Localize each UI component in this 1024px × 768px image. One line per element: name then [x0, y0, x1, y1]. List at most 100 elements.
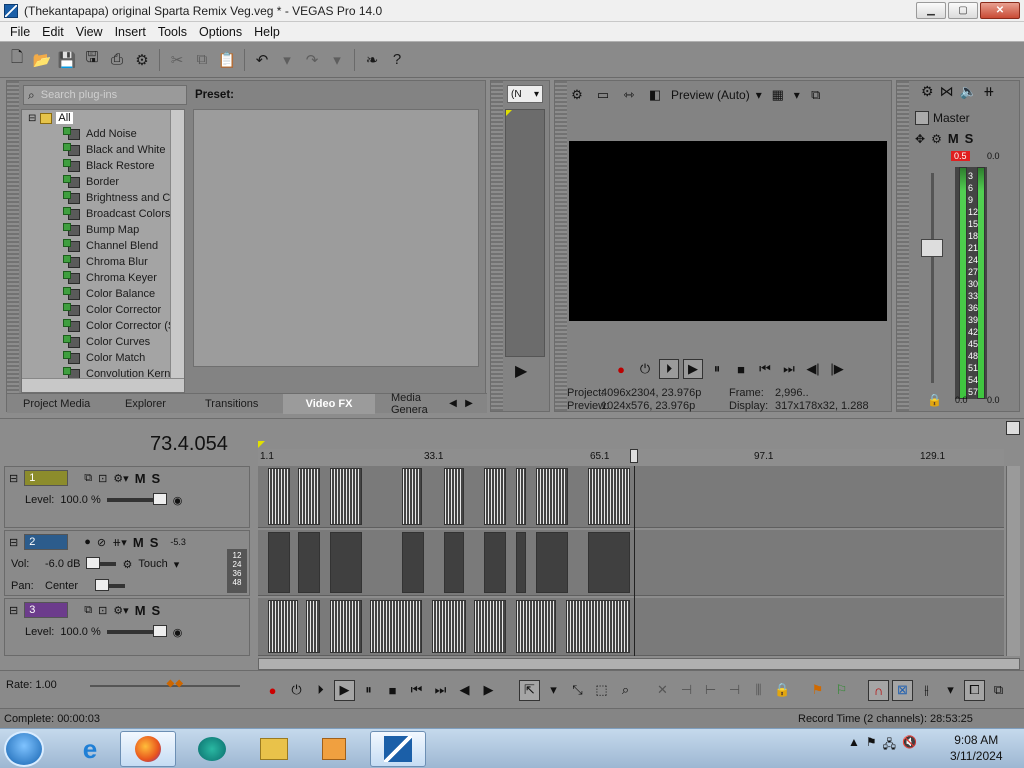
plugin-item[interactable]: Color Balance — [22, 286, 184, 302]
open-icon[interactable]: 📂 — [31, 48, 53, 72]
track-header-video-3[interactable]: ⊟ 3 ⧉ ⊡ ⚙▾ M S Level: 100.0 % ◉ — [4, 598, 250, 656]
plugin-item[interactable]: Channel Blend — [22, 238, 184, 254]
video-clip[interactable] — [370, 600, 422, 653]
preview-settings-icon[interactable]: ⚙ — [567, 85, 587, 105]
chevron-down-icon[interactable]: ▾ — [794, 88, 800, 102]
go-to-start-icon[interactable]: ⏮ — [755, 359, 775, 379]
go-to-end-button[interactable]: ⏭ — [430, 680, 451, 701]
vegas-pro-icon[interactable] — [370, 731, 426, 767]
tab-media-generators[interactable]: Media Genera — [375, 392, 445, 416]
compositing-icon[interactable]: ⧉ — [84, 472, 92, 485]
trim-start-icon[interactable]: ⊢ — [700, 680, 721, 701]
save-icon[interactable]: 💾 — [56, 48, 78, 72]
solo-button[interactable]: S — [152, 471, 161, 486]
motion-icon[interactable]: ⊡ — [98, 604, 107, 617]
next-frame-icon[interactable]: |▶ — [827, 359, 847, 379]
redo-history-icon[interactable]: ▾ — [326, 48, 348, 72]
plugin-item[interactable]: Black Restore — [22, 158, 184, 174]
stop-button[interactable]: ■ — [382, 680, 403, 701]
video-clip[interactable] — [536, 468, 568, 525]
markers-icon[interactable] — [1006, 421, 1020, 435]
trimmer-play-button[interactable]: ▶ — [515, 361, 527, 381]
show-hidden-icons-icon[interactable]: ▲ — [848, 735, 860, 756]
cut-icon[interactable]: ✂ — [166, 48, 188, 72]
play-from-start-button[interactable]: ⏵ — [310, 680, 331, 701]
record-button[interactable]: ● — [262, 680, 283, 701]
master-solo-button[interactable]: S — [965, 131, 974, 146]
settings-icon[interactable]: ⚙ — [921, 83, 934, 100]
fx-icon[interactable]: ⚙▾ — [113, 472, 128, 485]
speaker-icon[interactable]: 🔈 — [960, 83, 977, 100]
dock-handle[interactable] — [897, 81, 909, 411]
delete-icon[interactable]: ✕ — [652, 680, 673, 701]
plugin-item[interactable]: Brightness and Co — [22, 190, 184, 206]
pan-slider[interactable] — [95, 579, 125, 591]
generator-icon[interactable]: ◉ — [173, 626, 183, 639]
fx-icon[interactable]: ⚙ — [931, 132, 942, 146]
menu-edit[interactable]: Edit — [36, 25, 70, 39]
menu-file[interactable]: File — [4, 25, 36, 39]
pause-icon[interactable]: ⏸ — [707, 359, 727, 379]
video-clip[interactable] — [588, 468, 630, 525]
track-header-audio-2[interactable]: ⊟ 2 ● ⊘ ⧺▾ M S -5.3 Vol: -6.0 dB ⚙ Touch… — [4, 530, 250, 596]
generator-icon[interactable]: ◉ — [173, 494, 183, 507]
render-icon[interactable]: ⎙ — [106, 48, 128, 72]
motion-icon[interactable]: ⊡ — [98, 472, 107, 485]
help-icon[interactable]: ? — [386, 48, 408, 72]
compositing-icon[interactable]: ⧉ — [84, 604, 92, 617]
video-clip[interactable] — [402, 468, 422, 525]
master-fader[interactable] — [921, 239, 943, 257]
previous-frame-icon[interactable]: ◀| — [803, 359, 823, 379]
plugin-item[interactable]: Color Corrector (S — [22, 318, 184, 334]
tab-video-fx[interactable]: Video FX — [283, 393, 375, 414]
horizontal-scrollbar[interactable] — [22, 378, 184, 392]
video-clip[interactable] — [268, 600, 298, 653]
selection-tool-icon[interactable]: ⬚ — [591, 680, 612, 701]
app-icon[interactable] — [184, 731, 240, 767]
collapse-icon[interactable]: ⊟ — [9, 536, 18, 549]
master-fx-icon[interactable] — [915, 111, 929, 125]
auto-crossfade-icon[interactable]: ⊠ — [892, 679, 913, 701]
split-screen-icon[interactable]: ⇿ — [619, 85, 639, 105]
plugin-item[interactable]: Color Curves — [22, 334, 184, 350]
properties-icon[interactable]: ⚙ — [131, 48, 153, 72]
automation-mode[interactable]: Touch — [138, 558, 167, 570]
plugin-item[interactable]: Broadcast Colors — [22, 206, 184, 222]
copy-snapshot-icon[interactable]: ⧉ — [806, 85, 826, 105]
flag-icon[interactable]: ⚑ — [866, 735, 877, 756]
video-clip[interactable] — [516, 468, 526, 525]
plugin-item[interactable]: Border — [22, 174, 184, 190]
mute-button[interactable]: M — [135, 603, 146, 618]
undo-history-icon[interactable]: ▾ — [276, 48, 298, 72]
menu-options[interactable]: Options — [193, 25, 248, 39]
save-as-icon[interactable]: 🖫 — [81, 48, 103, 72]
envelope-tool-icon[interactable]: ⤡ — [567, 680, 588, 701]
chevron-down-icon[interactable]: ▾ — [543, 680, 564, 701]
plugin-item[interactable]: Chroma Blur — [22, 254, 184, 270]
audio-clip[interactable] — [444, 532, 464, 593]
video-clip[interactable] — [432, 600, 466, 653]
vertical-scrollbar[interactable] — [170, 110, 184, 378]
tab-project-media[interactable]: Project Media — [7, 394, 99, 414]
record-icon[interactable]: ● — [611, 359, 631, 379]
vertical-scrollbar[interactable] — [1006, 466, 1020, 656]
lock-envelopes-icon[interactable]: ⧠ — [964, 679, 985, 701]
level-slider[interactable] — [106, 625, 167, 637]
start-button[interactable] — [4, 731, 44, 767]
snapping-icon[interactable]: ∩ — [868, 679, 889, 701]
mute-button[interactable]: M — [135, 471, 146, 486]
split-icon[interactable]: ⫼ — [748, 680, 769, 701]
track-lane-audio-2[interactable] — [258, 530, 1004, 596]
redo-icon[interactable]: ↷ — [301, 48, 323, 72]
previous-frame-button[interactable]: ◀ — [454, 680, 475, 701]
master-mute-button[interactable]: M — [948, 131, 959, 146]
media-player-icon[interactable] — [306, 731, 362, 767]
maximize-button[interactable]: ▢ — [948, 2, 978, 19]
automation-icon[interactable]: ⚙ — [122, 558, 132, 571]
level-slider[interactable] — [106, 493, 167, 505]
fx-icon[interactable]: ⧺▾ — [112, 536, 127, 549]
pan-icon[interactable]: ✥ — [915, 132, 925, 146]
mute-button[interactable]: M — [133, 535, 144, 550]
undo-icon[interactable]: ↶ — [251, 48, 273, 72]
ignore-grouping-icon[interactable]: ⧉ — [988, 680, 1009, 701]
